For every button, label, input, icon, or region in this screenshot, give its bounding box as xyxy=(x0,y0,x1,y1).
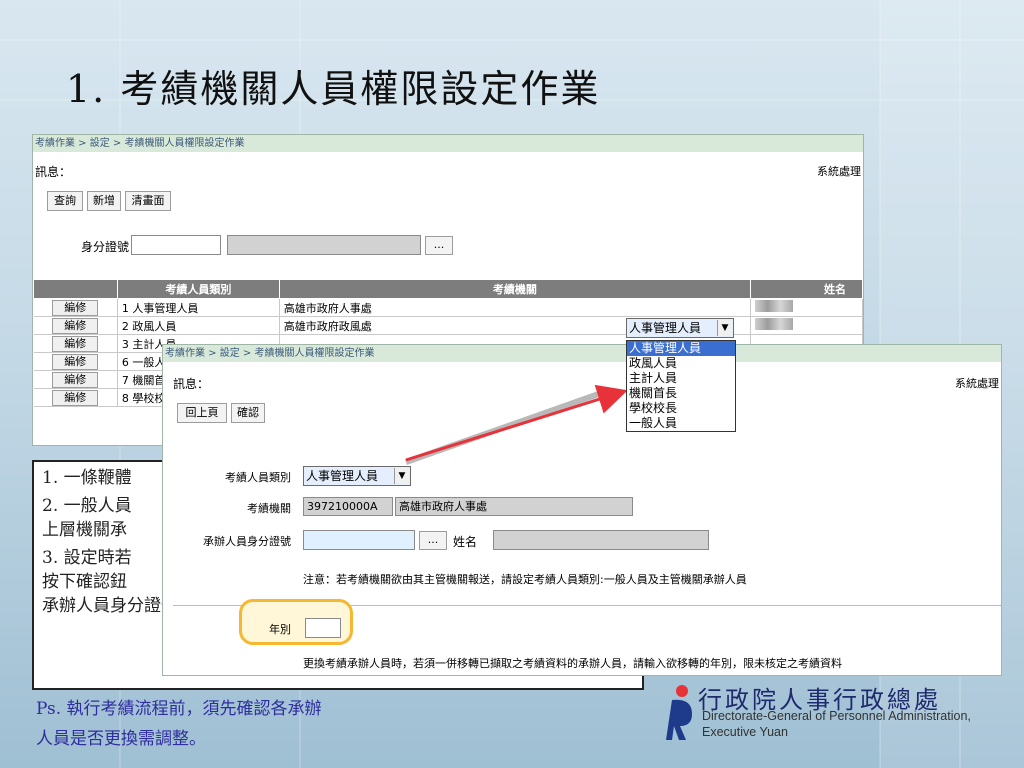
edit-cell: 編修 xyxy=(33,334,118,353)
name-cell xyxy=(750,316,863,335)
col-header-action xyxy=(33,279,118,299)
dropdown-option[interactable]: 一般人員 xyxy=(627,416,735,431)
note-agency-forward: 注意：若考績機關欲由其主管機關報送，請設定考績人員類別:一般人員及主管機關承辦人… xyxy=(303,573,747,586)
row-category-select[interactable]: 人事管理人員 ▼ xyxy=(626,318,734,338)
col-header-name: 姓名 xyxy=(750,279,863,299)
dgpa-logo: 行政院人事行政總處 Directorate-General of Personn… xyxy=(660,680,1024,750)
category-cell: 1 人事管理人員 xyxy=(117,298,280,317)
query-button[interactable]: 查詢 xyxy=(47,191,83,211)
redacted-name xyxy=(755,300,794,312)
id-name-display xyxy=(227,235,421,255)
message-label: 訊息： xyxy=(35,165,72,179)
year-label: 年別 xyxy=(269,623,291,636)
edit-cell: 編修 xyxy=(33,388,118,407)
edit-button[interactable]: 編修 xyxy=(52,353,99,370)
edit-button[interactable]: 編修 xyxy=(52,335,99,352)
agency-cell: 高雄市政府人事處 xyxy=(279,298,752,317)
edit-button[interactable]: 編修 xyxy=(52,371,99,388)
edit-cell: 編修 xyxy=(33,352,118,371)
back-button[interactable]: 回上頁 xyxy=(177,403,227,423)
ps-line-2: 人員是否更換需調整。 xyxy=(36,729,206,749)
slide-title: 1. 考績機關人員權限設定作業 xyxy=(66,67,601,111)
dropdown-option[interactable]: 人事管理人員 xyxy=(627,341,735,356)
id-input[interactable] xyxy=(131,235,221,255)
note-transfer: 更換考績承辦人員時，若須一併移轉已擷取之考績資料的承辦人員，請輸入欲移轉的年別，… xyxy=(303,657,842,670)
chevron-down-icon[interactable]: ▼ xyxy=(717,320,732,336)
clear-button[interactable]: 清畫面 xyxy=(125,191,171,211)
category-select-value: 人事管理人員 xyxy=(306,469,379,483)
dropdown-option[interactable]: 學校校長 xyxy=(627,401,735,416)
system-status-label: 系統處理 xyxy=(955,377,999,390)
edit-button[interactable]: 編修 xyxy=(52,299,99,316)
chevron-down-icon[interactable]: ▼ xyxy=(394,468,409,484)
breadcrumb: 考績作業 > 設定 > 考績機關人員權限設定作業 xyxy=(163,345,1001,362)
confirm-button[interactable]: 確認 xyxy=(231,403,265,423)
edit-cell: 編修 xyxy=(33,370,118,389)
agency-name-field: 高雄市政府人事處 xyxy=(395,497,633,516)
dropdown-option[interactable]: 政風人員 xyxy=(627,356,735,371)
edit-cell: 編修 xyxy=(33,316,118,335)
col-header-category: 考績人員類別 xyxy=(116,279,280,299)
logo-english-line-2: Executive Yuan xyxy=(702,725,788,739)
ps-line-1: Ps. 執行考績流程前，須先確認各承辦 xyxy=(36,699,322,719)
redacted-name xyxy=(755,318,794,330)
edit-button[interactable]: 編修 xyxy=(52,317,99,334)
annotation-arrow-icon xyxy=(405,384,628,465)
handler-lookup-button[interactable]: ... xyxy=(419,531,447,550)
category-select[interactable]: 人事管理人員 ▼ xyxy=(303,466,411,486)
message-label: 訊息： xyxy=(173,377,210,391)
id-label: 身分證號 xyxy=(80,240,129,254)
logo-english-name: Directorate-General of Personnel Adminis… xyxy=(702,708,971,740)
agency-code-field: 397210000A xyxy=(303,497,393,516)
table-row: 編修 1 人事管理人員 高雄市政府人事處 xyxy=(33,298,863,317)
handler-name-field xyxy=(493,530,709,550)
handler-id-input[interactable] xyxy=(303,530,415,550)
col-header-agency: 考績機關 xyxy=(278,279,752,299)
add-button[interactable]: 新增 xyxy=(87,191,121,211)
dgpa-emblem-icon xyxy=(666,685,692,740)
edit-button[interactable]: 編修 xyxy=(52,389,99,406)
handler-id-label: 承辦人員身分證號 xyxy=(203,535,291,548)
year-input[interactable] xyxy=(305,618,341,638)
category-cell: 2 政風人員 xyxy=(117,316,280,335)
name-cell xyxy=(750,298,863,317)
name-label: 姓名 xyxy=(453,535,478,549)
agency-label: 考績機關 xyxy=(247,502,291,515)
system-status-label: 系統處理 xyxy=(817,165,861,178)
ps-note: Ps. 執行考績流程前，須先確認各承辦 人員是否更換需調整。 xyxy=(36,694,322,754)
category-label: 考績人員類別 xyxy=(225,471,291,484)
logo-english-line-1: Directorate-General of Personnel Adminis… xyxy=(702,709,971,723)
table-row: 編修 2 政風人員 高雄市政府政風處 xyxy=(33,316,863,335)
category-dropdown-list[interactable]: 人事管理人員 政風人員 主計人員 機關首長 學校校長 一般人員 xyxy=(626,340,736,432)
edit-cell: 編修 xyxy=(33,298,118,317)
dropdown-option[interactable]: 主計人員 xyxy=(627,371,735,386)
dropdown-option[interactable]: 機關首長 xyxy=(627,386,735,401)
breadcrumb: 考績作業 > 設定 > 考績機關人員權限設定作業 xyxy=(33,135,863,152)
row-category-select-value: 人事管理人員 xyxy=(629,321,702,335)
id-lookup-button[interactable]: ... xyxy=(425,236,453,255)
